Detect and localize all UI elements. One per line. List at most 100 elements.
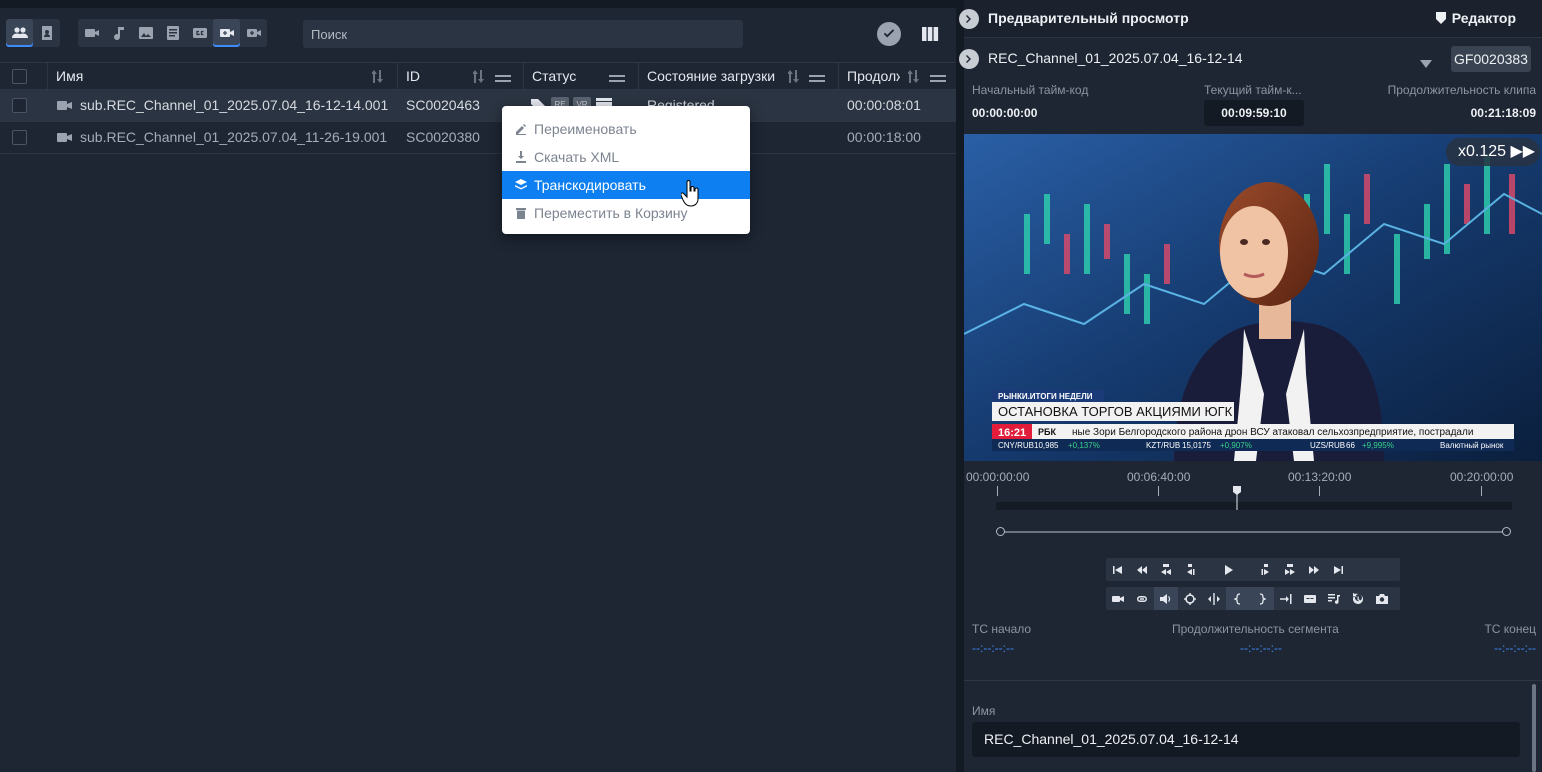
audio-filter-button[interactable] xyxy=(105,19,132,47)
editor-button[interactable]: Редактор xyxy=(1435,10,1516,26)
document-filter-button[interactable] xyxy=(159,19,186,47)
menu-item-label: Транскодировать xyxy=(534,177,646,193)
preview-pane: Предварительный просмотр Редактор REC_Ch… xyxy=(959,0,1542,772)
name-field[interactable]: REC_Channel_01_2025.07.04_16-12-14 xyxy=(972,722,1520,757)
rate-value: 10,985 xyxy=(1034,441,1059,450)
snapshot-button[interactable] xyxy=(1370,587,1394,610)
row-checkbox[interactable] xyxy=(12,98,27,113)
arrow-to-line-icon xyxy=(1280,593,1292,604)
sort-icon[interactable] xyxy=(472,70,485,83)
back-10-frames-button[interactable] xyxy=(1154,558,1178,581)
column-menu-icon[interactable] xyxy=(495,71,511,82)
subtitle-filter-button[interactable] xyxy=(186,19,213,47)
closed-caption-icon xyxy=(192,28,207,38)
check-icon xyxy=(883,29,895,38)
split-button[interactable] xyxy=(1202,587,1226,610)
clip-dropdown-arrow-icon[interactable] xyxy=(1420,55,1432,68)
clip-id-badge: GF0020383 xyxy=(1451,46,1531,72)
current-timecode-value[interactable]: 00:09:59:10 xyxy=(1204,100,1304,126)
skip-end-icon xyxy=(1334,565,1343,574)
app-window: Имя ID Статус Состояние загрузки Продолж… xyxy=(0,0,1542,772)
video-player[interactable]: РЫНКИ.ИТОГИ НЕДЕЛИ ОСТАНОВКА ТОРГОВ АКЦИ… xyxy=(964,134,1542,461)
reset-button[interactable] xyxy=(1346,587,1370,610)
image-filter-button[interactable] xyxy=(132,19,159,47)
name-field-label: Имя xyxy=(972,704,996,718)
column-duration-label: Продолжительность xyxy=(847,68,900,84)
go-to-out-button[interactable] xyxy=(1274,587,1298,610)
table-row[interactable]: sub.REC_Channel_01_2025.07.04_11-26-19.0… xyxy=(0,122,956,154)
music-note-icon xyxy=(113,27,124,41)
column-menu-icon[interactable] xyxy=(930,71,946,82)
tc-end-value[interactable]: --:--:--:-- xyxy=(1494,641,1536,655)
forward-1-frame-button[interactable] xyxy=(1254,558,1278,581)
rate-pair: KZT/RUB xyxy=(1146,441,1180,450)
menu-item-move-to-trash[interactable]: Переместить в Корзину xyxy=(502,199,750,227)
mark-out-button[interactable] xyxy=(1250,587,1274,610)
document-icon xyxy=(166,26,179,40)
column-upload-label: Состояние загрузки xyxy=(647,68,776,84)
video-camera-icon xyxy=(57,131,72,144)
menu-item-download-xml[interactable]: Скачать XML xyxy=(502,143,750,171)
mark-out-icon xyxy=(1259,592,1267,605)
ruler-tick xyxy=(997,486,998,496)
start-timecode-value: 00:00:00:00 xyxy=(972,106,1038,120)
range-start-handle[interactable] xyxy=(996,527,1005,536)
sort-icon[interactable] xyxy=(371,70,384,83)
playback-speed-badge[interactable]: x0.125 ▶▶ xyxy=(1446,138,1540,166)
column-header-duration[interactable]: Продолжительность xyxy=(838,63,900,90)
fast-forward-button[interactable] xyxy=(1302,558,1326,581)
pane-divider[interactable] xyxy=(956,0,964,772)
video-track-button[interactable] xyxy=(1106,587,1130,610)
row-checkbox[interactable] xyxy=(12,130,27,145)
back-1-frame-button[interactable] xyxy=(1178,558,1202,581)
menu-item-transcode[interactable]: Транскодировать xyxy=(502,171,750,199)
zoom-range-track[interactable] xyxy=(1000,531,1508,533)
column-header-name[interactable]: Имя xyxy=(47,63,397,90)
subclip-filter-button[interactable] xyxy=(213,19,240,47)
column-header-upload-state[interactable]: Состояние загрузки xyxy=(638,63,838,90)
collapse-preview-button[interactable] xyxy=(959,9,979,29)
range-end-handle[interactable] xyxy=(1502,527,1511,536)
section-divider xyxy=(964,680,1542,681)
rewind-button[interactable] xyxy=(1130,558,1154,581)
expand-clip-button[interactable] xyxy=(959,49,979,69)
mark-in-button[interactable] xyxy=(1226,587,1250,610)
menu-item-rename[interactable]: Переименовать xyxy=(502,115,750,143)
volume-button[interactable] xyxy=(1154,587,1178,610)
media-type-group xyxy=(78,19,267,47)
live-filter-button[interactable] xyxy=(240,19,267,47)
go-to-end-button[interactable] xyxy=(1326,558,1350,581)
search-input[interactable] xyxy=(303,20,743,48)
columns-toggle-button[interactable] xyxy=(921,25,939,43)
video-filter-button[interactable] xyxy=(78,19,105,47)
sort-icon[interactable] xyxy=(787,70,800,83)
chevron-right-icon xyxy=(966,55,971,63)
subclip-camera-icon xyxy=(219,29,234,37)
video-camera-icon xyxy=(57,99,72,112)
go-to-start-button[interactable] xyxy=(1106,558,1130,581)
link-button[interactable] xyxy=(1130,587,1154,610)
link-icon xyxy=(1137,595,1147,602)
contact-view-button[interactable] xyxy=(33,19,60,47)
apply-button[interactable] xyxy=(877,22,901,46)
table-row[interactable]: sub.REC_Channel_01_2025.07.04_16-12-14.0… xyxy=(0,90,956,122)
playlist-button[interactable] xyxy=(1322,587,1346,610)
users-view-button[interactable] xyxy=(6,19,33,47)
tool-controls xyxy=(1106,587,1400,610)
ticker-clock: 16:21 xyxy=(998,427,1026,439)
tc-start-value[interactable]: --:--:--:-- xyxy=(972,641,1014,655)
play-button[interactable] xyxy=(1202,558,1254,581)
column-menu-icon[interactable] xyxy=(809,71,825,82)
playhead-marker-icon[interactable] xyxy=(1233,486,1241,510)
row-name: sub.REC_Channel_01_2025.07.04_11-26-19.0… xyxy=(80,129,388,145)
forward-10-frames-button[interactable] xyxy=(1278,558,1302,581)
scrollbar[interactable] xyxy=(1532,684,1536,772)
row-duration: 00:00:08:01 xyxy=(847,97,921,113)
sort-icon[interactable] xyxy=(907,70,920,83)
column-menu-icon[interactable] xyxy=(609,71,625,82)
contact-icon xyxy=(41,26,52,40)
target-button[interactable] xyxy=(1178,587,1202,610)
select-all-checkbox[interactable] xyxy=(12,69,27,84)
timeline-track[interactable] xyxy=(996,502,1512,510)
subtitles-button[interactable] xyxy=(1298,587,1322,610)
